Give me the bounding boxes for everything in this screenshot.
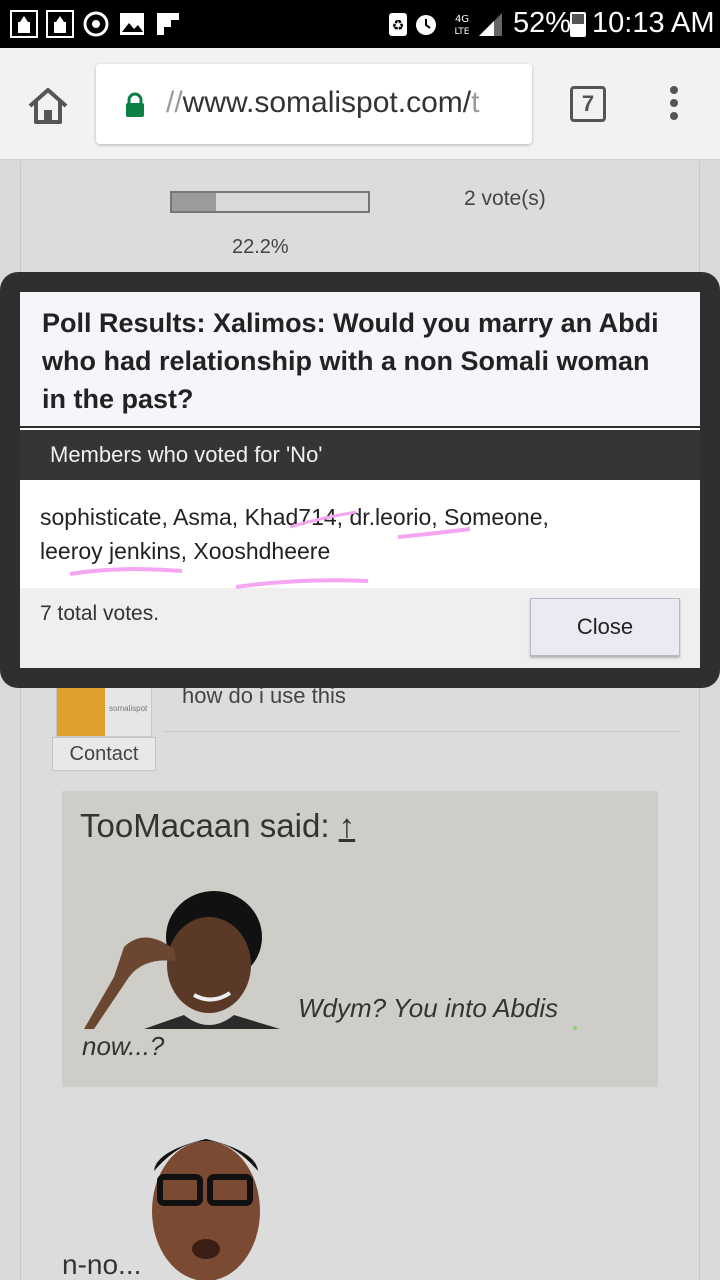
sync-icon	[83, 11, 109, 37]
poll-percent: 22.2%	[232, 236, 289, 258]
dialog-subheader: Members who voted for 'No'	[20, 430, 700, 480]
poll-results-dialog: Poll Results: Xalimos: Would you marry a…	[0, 272, 720, 688]
dialog-body: Poll Results: Xalimos: Would you marry a…	[20, 292, 700, 668]
voter-separator: ,	[180, 538, 194, 564]
browser-toolbar: //www.somalispot.com/t 7	[0, 48, 720, 160]
mosque-icon	[10, 10, 38, 38]
voter-link[interactable]: Someone	[444, 504, 542, 530]
reply-text: n-no...	[62, 1249, 142, 1280]
home-icon[interactable]	[24, 84, 72, 128]
clock: 10:13 AM	[592, 7, 715, 39]
dialog-header: Poll Results: Xalimos: Would you marry a…	[20, 292, 700, 428]
url-bar[interactable]: //www.somalispot.com/t	[96, 64, 532, 144]
dialog-footer: 7 total votes. Close	[20, 588, 700, 668]
poll-progress-bar	[170, 191, 370, 213]
quote-author: TooMacaan said:	[80, 807, 339, 844]
poll-vote-count: 2 vote(s)	[464, 187, 546, 210]
voter-link[interactable]: dr.leorio	[349, 504, 431, 530]
voter-separator: ,	[231, 504, 245, 530]
mosque-icon	[46, 10, 74, 38]
avatar[interactable]: somalispot	[56, 683, 152, 737]
total-votes: 7 total votes.	[40, 602, 160, 625]
voter-link[interactable]: Asma	[173, 504, 232, 530]
post-divider	[164, 731, 680, 732]
svg-text:♻: ♻	[392, 18, 405, 34]
overflow-menu-icon[interactable]	[666, 86, 682, 126]
voter-link[interactable]: Xooshdheere	[193, 538, 330, 564]
avatar-logo: somalispot	[109, 704, 148, 713]
image-icon	[120, 13, 144, 35]
quote-text-line1: Wdym? You into Abdis	[298, 993, 559, 1023]
quote-text-line2: now...?	[82, 1031, 165, 1061]
voter-link[interactable]: leeroy jenkins	[40, 538, 181, 564]
voter-link[interactable]: sophisticate	[40, 504, 161, 530]
url-text: //www.somalispot.com/t	[166, 86, 479, 120]
signal-icon	[479, 13, 502, 36]
quote-block: TooMacaan said: ↑ Wdym? You into Abdis n…	[62, 791, 658, 1087]
voter-separator: ,	[161, 504, 173, 530]
network-icon: 4G LTE	[455, 14, 470, 37]
battery-percent: 52%	[513, 7, 572, 39]
voter-link[interactable]: Khad714	[245, 504, 337, 530]
status-bar: ♻ 4G LTE 52% 10:13 AM	[0, 0, 720, 48]
url-prefix: //	[166, 86, 183, 119]
svg-text:LTE: LTE	[455, 27, 470, 37]
close-button[interactable]: Close	[530, 598, 680, 656]
reaction-image-2	[152, 1139, 260, 1280]
quote-jump-link[interactable]: ↑	[339, 807, 356, 844]
voter-separator: ,	[542, 504, 549, 530]
dialog-title: Poll Results: Xalimos: Would you marry a…	[42, 308, 659, 414]
reaction-image	[84, 891, 280, 1029]
url-host: www.somalispot.com/	[182, 86, 472, 119]
battery-saver-icon: ♻	[389, 13, 407, 36]
avatar-photo	[57, 684, 105, 736]
flipboard-icon	[157, 13, 179, 35]
voter-separator: ,	[336, 504, 350, 530]
battery-icon	[570, 12, 586, 37]
lock-icon	[126, 92, 144, 117]
contact-button[interactable]: Contact	[52, 737, 156, 771]
alarm-icon	[416, 15, 436, 35]
tab-switcher-icon[interactable]: 7	[570, 86, 606, 122]
poll-progress-fill	[172, 193, 216, 211]
voter-list: sophisticate, Asma, Khad714, dr.leorio, …	[20, 480, 700, 588]
quote-title: TooMacaan said: ↑	[80, 807, 355, 845]
svg-text:4G: 4G	[455, 14, 469, 25]
url-suffix: t	[471, 86, 480, 119]
voter-separator: ,	[431, 504, 445, 530]
